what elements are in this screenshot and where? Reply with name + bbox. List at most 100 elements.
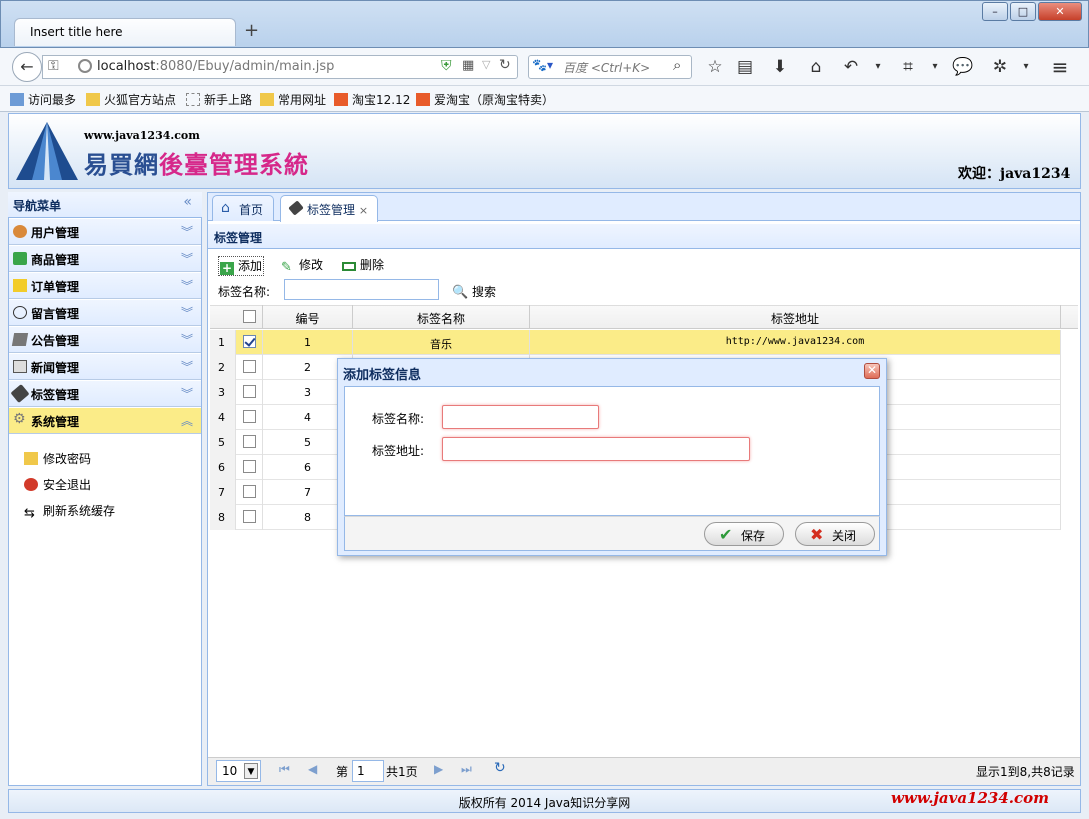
row-checkbox[interactable] [242, 359, 256, 373]
edit-button[interactable]: ✎ 修改 [281, 256, 323, 274]
bookmark-aitaobao[interactable]: 爱淘宝（原淘宝特卖） [416, 91, 554, 108]
column-header-name[interactable]: 标签名称 [353, 305, 530, 329]
bookmark-common[interactable]: 常用网址 [260, 91, 326, 108]
dialog-close-icon[interactable]: ✕ [864, 363, 880, 379]
row-number: 2 [210, 355, 236, 380]
row-checkbox-cell[interactable] [236, 480, 263, 505]
cell-id: 1 [263, 330, 353, 355]
page-size-select[interactable]: 10 ▼ [216, 760, 261, 782]
cancel-button[interactable]: ✖ 关闭 [795, 522, 875, 546]
sidebar-subitem-logout[interactable]: 安全退出 [24, 476, 91, 493]
tag-url-field[interactable] [442, 437, 750, 461]
tab-close-icon[interactable]: × [359, 204, 368, 217]
star-icon[interactable]: ☆ [702, 54, 728, 80]
row-checkbox[interactable] [242, 484, 256, 498]
row-checkbox-cell[interactable] [236, 455, 263, 480]
back-button[interactable]: ← [12, 52, 42, 82]
row-checkbox-cell[interactable] [236, 380, 263, 405]
sidebar-item-orders[interactable]: 订单管理 ︾ [9, 273, 201, 299]
page-number-input[interactable]: 1 [352, 760, 384, 782]
checkbox[interactable] [242, 310, 256, 323]
tag-icon [288, 200, 304, 216]
new-tab-button[interactable]: + [244, 20, 259, 41]
row-checkbox[interactable] [242, 509, 256, 523]
dropdown-icon[interactable]: ▽ [482, 58, 490, 71]
home-icon[interactable]: ⌂ [803, 54, 829, 80]
logo-title: 易買網後臺管理系統 [84, 150, 309, 179]
dropdown-icon[interactable]: ▾ [922, 54, 948, 80]
order-icon [13, 279, 27, 292]
bookmark-most-visited[interactable]: 访问最多 [10, 91, 76, 108]
bookmark-getting-started[interactable]: 新手上路 [186, 91, 252, 108]
chevron-down-icon: ︾ [180, 279, 193, 293]
row-number: 6 [210, 455, 236, 480]
row-checkbox-cell[interactable] [236, 405, 263, 430]
page-summary: 显示1到8,共8记录 [976, 765, 1075, 779]
table-row[interactable]: 1 1 音乐 http://www.java1234.com [210, 330, 1061, 355]
select-all-checkbox[interactable] [236, 305, 263, 329]
row-checkbox-cell[interactable] [236, 430, 263, 455]
sidebar-item-users[interactable]: 用户管理 ︾ [9, 219, 201, 245]
footer-url: www.java1234.com [891, 789, 1050, 807]
lock-icon [24, 452, 38, 465]
bookmark-taobao[interactable]: 淘宝12.12 [334, 91, 410, 108]
chevron-down-icon: ︾ [180, 387, 193, 401]
row-checkbox[interactable] [242, 334, 256, 348]
row-checkbox-cell[interactable] [236, 355, 263, 380]
minimize-button[interactable]: – [982, 2, 1008, 21]
next-page-button[interactable]: ▶ [434, 762, 443, 776]
browser-tab[interactable]: Insert title here [14, 18, 236, 46]
tab-tag-management[interactable]: 标签管理 × [280, 195, 378, 222]
first-page-button[interactable]: ⏮ [279, 762, 290, 777]
save-button[interactable]: ✔ 保存 [704, 522, 784, 546]
sidebar-item-news[interactable]: 新闻管理 ︾ [9, 354, 201, 380]
maximize-button[interactable]: □ [1010, 2, 1036, 21]
tag-name-search-input[interactable] [284, 279, 439, 300]
reload-icon[interactable]: ↻ [499, 57, 511, 73]
tag-name-field[interactable] [442, 405, 599, 429]
prev-page-button[interactable]: ◀ [308, 762, 317, 776]
cell-name: 音乐 [353, 330, 530, 355]
reader-icon[interactable]: ▤ [732, 54, 758, 80]
tab-home[interactable]: ⌂ 首页 [212, 195, 274, 221]
search-button[interactable]: 🔍 搜索 [452, 283, 496, 300]
chat-icon[interactable]: 💬 [950, 54, 976, 80]
row-checkbox[interactable] [242, 384, 256, 398]
sidebar-item-messages[interactable]: 留言管理 ︾ [9, 300, 201, 326]
dropdown-icon[interactable]: ▾ [865, 54, 891, 80]
baidu-icon[interactable]: 🐾▾ [532, 58, 553, 72]
delete-button[interactable]: 删除 [342, 256, 384, 273]
product-icon [13, 252, 27, 265]
column-header-url[interactable]: 标签地址 [530, 305, 1061, 329]
close-window-button[interactable]: ✕ [1038, 2, 1082, 21]
sidebar-item-system[interactable]: ⚙ 系统管理 ︽ [9, 408, 201, 434]
panel-title: 标签管理 [208, 224, 1080, 249]
row-checkbox-cell[interactable] [236, 505, 263, 530]
column-header-id[interactable]: 编号 [263, 305, 353, 329]
download-icon[interactable]: ⬇ [767, 54, 793, 80]
chevron-down-icon: ︾ [180, 225, 193, 239]
sidebar-item-tags[interactable]: 标签管理 ︾ [9, 381, 201, 407]
qr-icon[interactable]: ▦ [462, 58, 474, 73]
undo-icon[interactable]: ↶ [838, 54, 864, 80]
refresh-icon[interactable]: ↻ [494, 760, 506, 776]
addon-icon[interactable]: ✲ [987, 54, 1013, 80]
row-checkbox[interactable] [242, 459, 256, 473]
sidebar-subitem-refresh-cache[interactable]: ⇆ 刷新系统缓存 [24, 502, 115, 520]
sidebar-item-products[interactable]: 商品管理 ︾ [9, 246, 201, 272]
sidebar-item-notices[interactable]: 公告管理 ︾ [9, 327, 201, 353]
menu-icon[interactable]: ≡ [1047, 54, 1073, 80]
dropdown-icon[interactable]: ▾ [1013, 54, 1039, 80]
row-checkbox[interactable] [242, 434, 256, 448]
row-checkbox[interactable] [242, 409, 256, 423]
search-icon[interactable]: ⌕ [673, 56, 681, 74]
add-button[interactable]: + 添加 [218, 256, 265, 276]
bookmark-firefox[interactable]: 火狐官方站点 [86, 91, 176, 108]
last-page-button[interactable]: ⏭ [461, 762, 472, 777]
logo-icon [16, 122, 78, 180]
sidebar-subitem-change-password[interactable]: 修改密码 [24, 450, 91, 467]
folder-icon [86, 93, 100, 106]
crop-icon[interactable]: ⌗ [895, 54, 921, 80]
row-checkbox-cell[interactable] [236, 330, 263, 355]
collapse-icon[interactable]: « [183, 194, 192, 210]
